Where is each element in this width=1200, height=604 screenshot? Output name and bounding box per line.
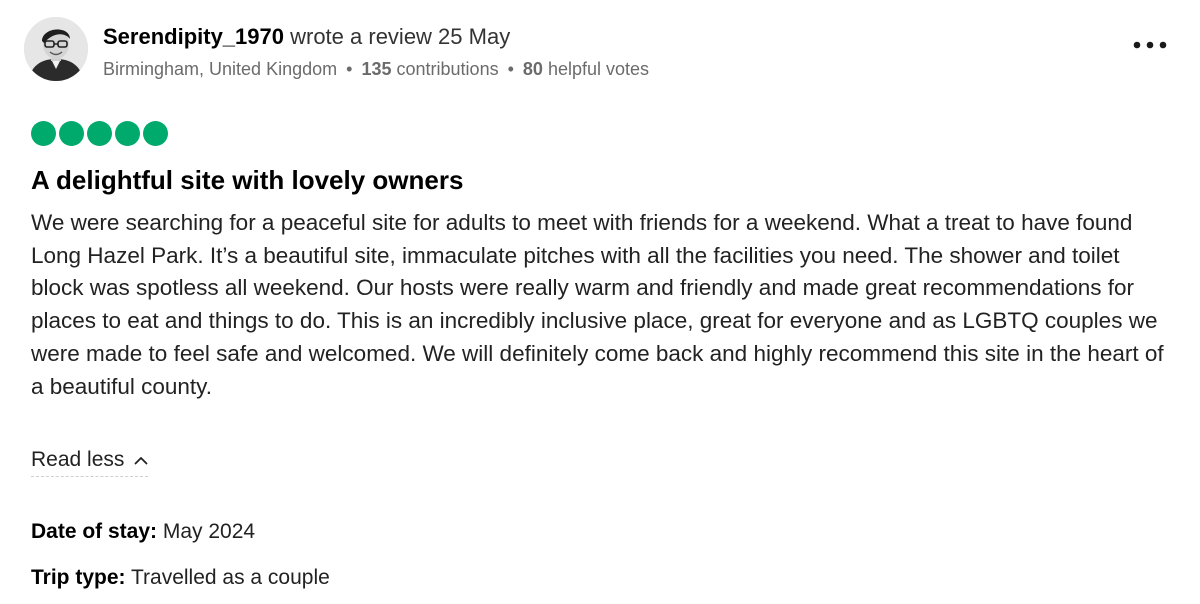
meta-separator: • <box>346 59 353 79</box>
date-of-stay-value: May 2024 <box>162 520 256 543</box>
rating-bubble <box>59 121 84 146</box>
review-body: We were searching for a peaceful site fo… <box>31 210 1164 399</box>
author-meta: Birmingham, United Kingdom • 135 contrib… <box>103 56 649 82</box>
helpful-votes-label: helpful votes <box>547 59 650 79</box>
author-location: Birmingham, United Kingdom <box>103 59 338 79</box>
rating-bubble <box>115 121 140 146</box>
rating-bubbles <box>31 121 168 146</box>
contributions-count: 135 <box>361 59 392 79</box>
review-header: Serendipity_1970 wrote a review 25 May B… <box>22 14 1182 94</box>
helpful-votes-count: 80 <box>522 59 543 79</box>
author-name-link[interactable]: Serendipity_1970 <box>103 24 284 49</box>
trip-type: Trip type: Travelled as a couple <box>31 564 330 592</box>
contributions-label: contributions <box>396 59 499 79</box>
read-less-button[interactable]: Read less <box>31 446 149 477</box>
review-action-date: wrote a review 25 May <box>290 24 511 49</box>
chevron-up-icon <box>134 456 148 464</box>
review-title: A delightful site with lovely owners <box>31 165 464 195</box>
avatar-image <box>24 17 88 81</box>
trip-type-value: Travelled as a couple <box>130 566 330 589</box>
more-options-button[interactable] <box>1130 32 1170 58</box>
date-of-stay-label: Date of stay: <box>31 520 158 543</box>
avatar[interactable] <box>24 17 88 81</box>
meta-separator: • <box>507 59 514 79</box>
rating-bubble <box>87 121 112 146</box>
trip-type-label: Trip type: <box>31 566 126 589</box>
rating-bubble <box>143 121 168 146</box>
date-of-stay: Date of stay: May 2024 <box>31 518 255 546</box>
rating-bubble <box>31 121 56 146</box>
read-less-label: Read less <box>31 448 125 471</box>
author-line: Serendipity_1970 wrote a review 25 May <box>103 22 510 52</box>
ellipsis-icon <box>1133 41 1167 49</box>
